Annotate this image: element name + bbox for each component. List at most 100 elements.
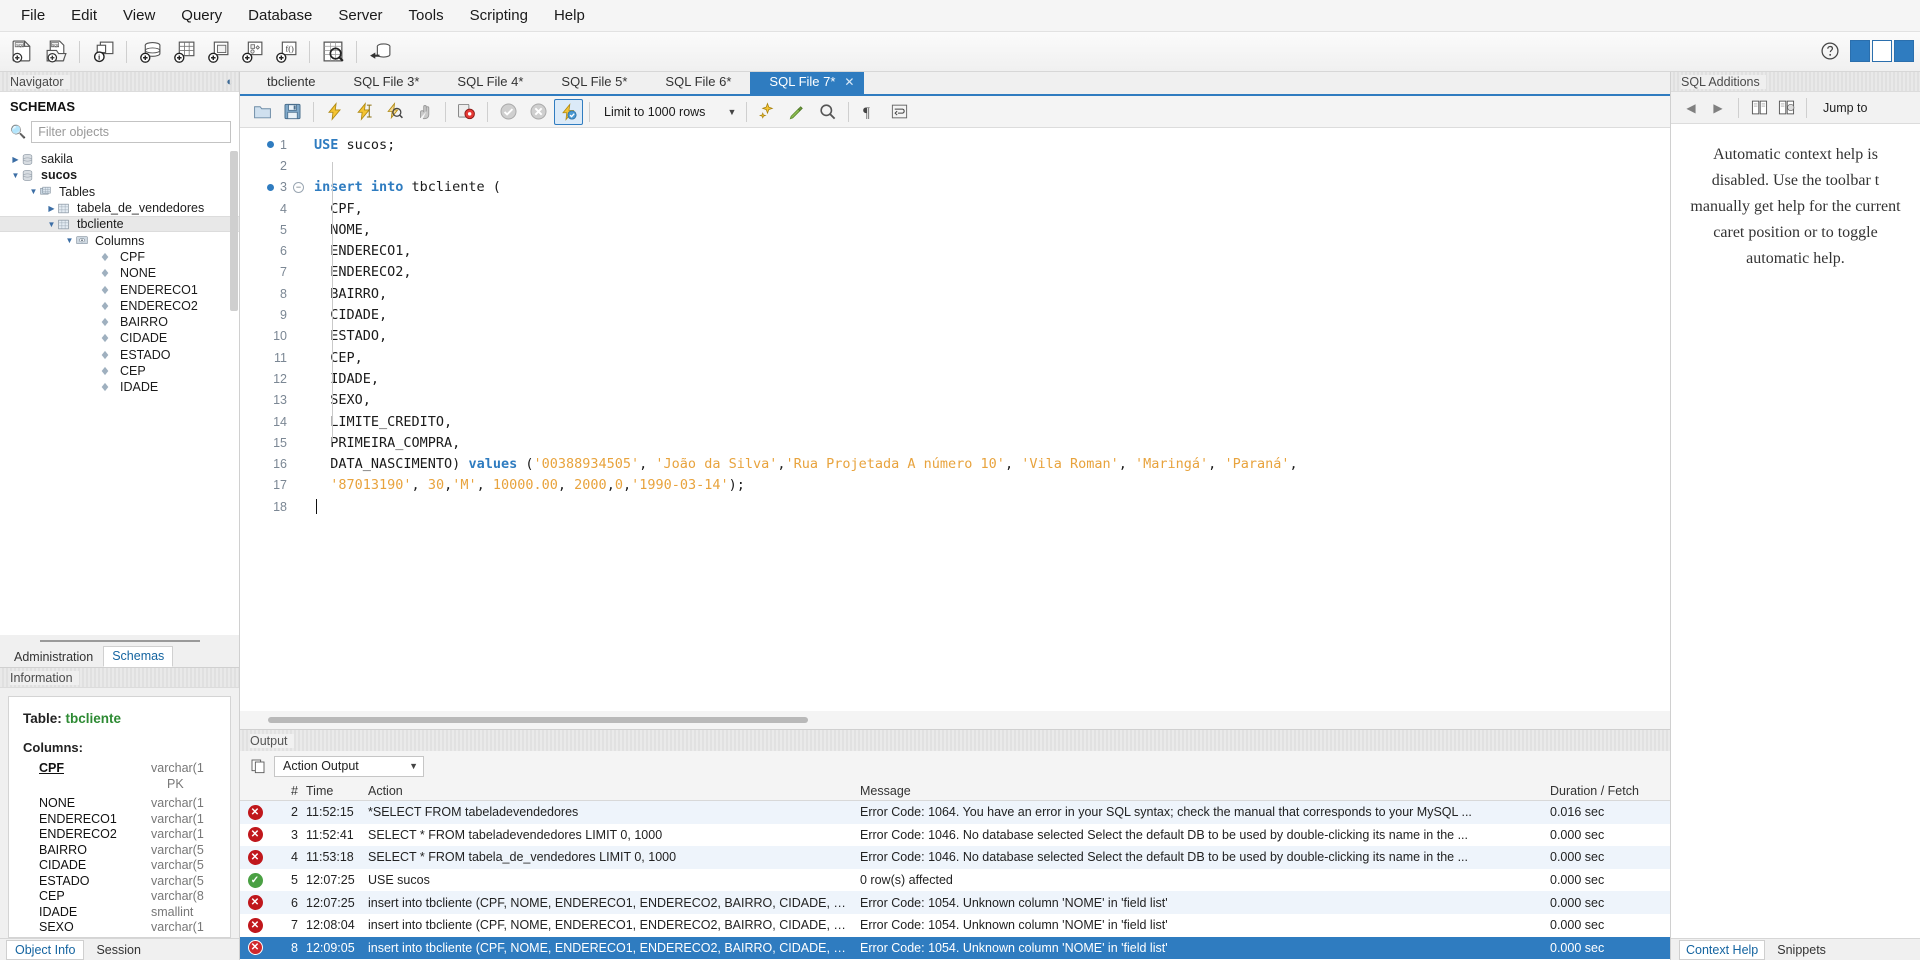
tab-sql-file-5[interactable]: SQL File 5* xyxy=(542,70,646,94)
sidebar-splitter[interactable] xyxy=(0,635,239,646)
menu-edit[interactable]: Edit xyxy=(58,3,110,28)
menu-file[interactable]: File xyxy=(8,3,58,28)
breakpoint-marker-icon[interactable] xyxy=(267,162,274,169)
schema-tree[interactable]: ▶ sakila ▼ sucos ▼ Tables ▶ tabela_de_ve… xyxy=(0,149,239,635)
menu-scripting[interactable]: Scripting xyxy=(457,3,541,28)
table-row[interactable]: ✓ 5 12:07:25 USE sucos 0 row(s) affected… xyxy=(240,869,1670,892)
sidebar-item-column-endereco2[interactable]: ENDERECO2 xyxy=(0,298,239,314)
sidebar-item-column-none[interactable]: NONE xyxy=(0,265,239,281)
tab-session[interactable]: Session xyxy=(88,941,148,959)
help-icon[interactable] xyxy=(1814,36,1846,66)
output-view-select[interactable]: Action Output ▼ xyxy=(274,755,424,777)
open-sql-file-icon[interactable]: SQL xyxy=(40,37,72,67)
tree-scrollbar[interactable] xyxy=(230,151,238,311)
sidebar-item-column-cpf[interactable]: CPF xyxy=(0,249,239,265)
toggle-find-icon[interactable] xyxy=(783,99,812,125)
output-copy-icon[interactable] xyxy=(250,758,266,774)
new-table-icon[interactable] xyxy=(168,37,200,67)
chevron-right-icon[interactable]: ▶ xyxy=(10,155,21,164)
sidebar-item-column-bairro[interactable]: BAIRRO xyxy=(0,314,239,330)
find-icon[interactable] xyxy=(813,99,842,125)
chevron-down-icon[interactable]: ▼ xyxy=(46,220,57,229)
sidebar-item-column-endereco1[interactable]: ENDERECO1 xyxy=(0,281,239,297)
execute-icon[interactable] xyxy=(320,99,349,125)
autocommit-icon[interactable] xyxy=(554,98,583,125)
chevron-right-icon[interactable]: ▶ xyxy=(46,204,57,213)
menu-server[interactable]: Server xyxy=(325,3,395,28)
fold-marker-icon[interactable] xyxy=(293,160,304,172)
table-row[interactable]: ✕ 3 11:52:41 SELECT * FROM tabeladevende… xyxy=(240,824,1670,847)
wrap-lines-icon[interactable] xyxy=(885,99,914,125)
table-row[interactable]: ✕ 8 12:09:05 insert into tbcliente (CPF,… xyxy=(240,936,1670,960)
row-limit-dropdown[interactable]: Limit to 1000 rows ▼ xyxy=(596,101,740,123)
stop-execution-icon[interactable] xyxy=(410,99,439,125)
table-row[interactable]: ✕ 7 12:08:04 insert into tbcliente (CPF,… xyxy=(240,914,1670,937)
menu-view[interactable]: View xyxy=(110,3,168,28)
rollback-icon[interactable] xyxy=(524,99,553,125)
sidebar-item-tables[interactable]: ▼ Tables xyxy=(0,184,239,200)
tab-context-help[interactable]: Context Help xyxy=(1679,939,1766,960)
tab-sql-file-4[interactable]: SQL File 4* xyxy=(438,70,542,94)
new-sql-file-icon[interactable]: SQL xyxy=(6,37,38,67)
table-row[interactable]: ✕ 4 11:53:18 SELECT * FROM tabela_de_ven… xyxy=(240,846,1670,869)
action-output-grid[interactable]: # Time Action Message Duration / Fetch ✕… xyxy=(240,781,1670,960)
tab-schemas[interactable]: Schemas xyxy=(103,646,174,667)
editor-horizontal-scrollbar[interactable] xyxy=(240,711,1670,729)
explain-icon[interactable] xyxy=(380,99,409,125)
sidebar-item-column-cep[interactable]: CEP xyxy=(0,363,239,379)
tab-object-info[interactable]: Object Info xyxy=(6,939,85,960)
filter-objects-input[interactable]: Filter objects xyxy=(31,121,231,143)
beautify-icon[interactable] xyxy=(753,99,782,125)
tab-sql-file-6[interactable]: SQL File 6* xyxy=(646,70,750,94)
commit-icon[interactable] xyxy=(494,99,523,125)
forward-icon[interactable]: ▶ xyxy=(1706,96,1730,120)
jump-to-label[interactable]: Jump to xyxy=(1815,101,1867,115)
chevron-down-icon[interactable]: ▼ xyxy=(28,187,39,196)
table-row[interactable]: ✕ 2 11:52:15 *SELECT FROM tabeladevended… xyxy=(240,801,1670,824)
toggle-output-icon[interactable] xyxy=(1872,40,1892,62)
chevron-down-icon[interactable]: ▼ xyxy=(10,171,21,180)
toggle-secondary-sidebar-icon[interactable] xyxy=(1894,40,1914,62)
navigator-collapse-icon[interactable]: ◐ xyxy=(226,76,233,88)
new-schema-icon[interactable] xyxy=(134,37,166,67)
code-lines[interactable]: USE sucos; insert into tbcliente ( CPF, … xyxy=(308,128,1670,711)
chevron-down-icon[interactable]: ▼ xyxy=(727,107,736,117)
connect-info-icon[interactable]: i xyxy=(87,37,119,67)
menu-help[interactable]: Help xyxy=(541,3,598,28)
breakpoint-marker-icon[interactable] xyxy=(267,141,275,149)
menu-query[interactable]: Query xyxy=(168,3,235,28)
menu-database[interactable]: Database xyxy=(235,3,325,28)
sidebar-item-sucos[interactable]: ▼ sucos xyxy=(0,167,239,183)
table-row[interactable]: ✕ 6 12:07:25 insert into tbcliente (CPF,… xyxy=(240,891,1670,914)
chevron-down-icon[interactable]: ▼ xyxy=(64,236,75,245)
sidebar-item-column-estado[interactable]: ESTADO xyxy=(0,347,239,363)
sidebar-item-columns[interactable]: ▼ Columns xyxy=(0,232,239,248)
close-icon[interactable]: ✕ xyxy=(844,75,854,89)
sidebar-item-column-idade[interactable]: IDADE xyxy=(0,379,239,395)
new-procedure-icon[interactable] xyxy=(236,37,268,67)
execute-current-statement-icon[interactable] xyxy=(350,99,379,125)
reconnect-server-icon[interactable] xyxy=(364,37,396,67)
sidebar-item-tbcliente[interactable]: ▼ tbcliente xyxy=(0,216,239,233)
toggle-invisible-chars-icon[interactable]: ¶ xyxy=(855,99,884,125)
tab-sql-file-3[interactable]: SQL File 3* xyxy=(334,70,438,94)
save-script-icon[interactable] xyxy=(278,99,307,125)
breakpoint-marker-icon[interactable] xyxy=(267,183,275,191)
search-table-data-icon[interactable] xyxy=(317,37,349,67)
open-script-icon[interactable] xyxy=(248,99,277,125)
chevron-down-icon[interactable]: ▼ xyxy=(409,761,418,771)
automatic-help-icon[interactable] xyxy=(1774,96,1798,120)
manual-help-icon[interactable] xyxy=(1747,96,1771,120)
sidebar-item-tabela-de-vendedores[interactable]: ▶ tabela_de_vendedores xyxy=(0,200,239,216)
toggle-stop-on-error-icon[interactable] xyxy=(452,99,481,125)
editor-gutter[interactable]: 1 2 3− 4 5 6 7 8 9 10 11 12 13 14 15 16 … xyxy=(240,128,308,711)
back-icon[interactable]: ◀ xyxy=(1679,96,1703,120)
fold-marker-icon[interactable]: − xyxy=(293,181,304,193)
menu-tools[interactable]: Tools xyxy=(396,3,457,28)
tab-snippets[interactable]: Snippets xyxy=(1771,941,1832,959)
sql-editor[interactable]: 1 2 3− 4 5 6 7 8 9 10 11 12 13 14 15 16 … xyxy=(240,128,1670,730)
tab-administration[interactable]: Administration xyxy=(6,648,101,667)
tab-sql-file-7[interactable]: SQL File 7* ✕ xyxy=(750,70,865,94)
toggle-sidebar-icon[interactable] xyxy=(1850,40,1870,62)
sidebar-item-sakila[interactable]: ▶ sakila xyxy=(0,151,239,167)
